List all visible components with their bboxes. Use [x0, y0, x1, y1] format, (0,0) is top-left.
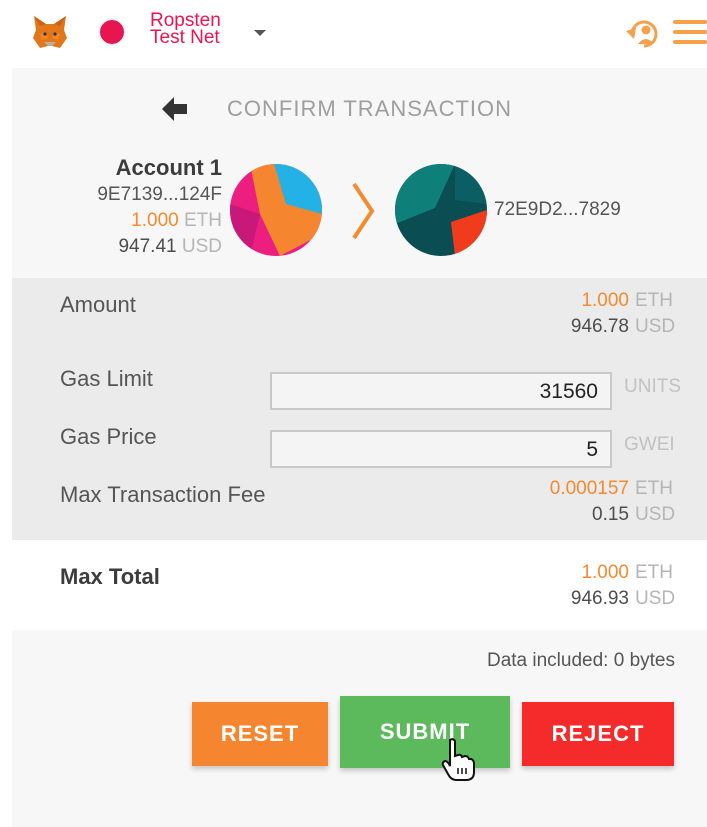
- gas-price-input[interactable]: 5: [270, 430, 612, 468]
- sender-address[interactable]: 9E7139...124F: [42, 182, 222, 208]
- amount-eth-unit: ETH: [635, 290, 673, 311]
- action-footer: Data included: 0 bytes RESET SUBMIT REJE…: [12, 630, 707, 827]
- gas-limit-input[interactable]: 31560: [270, 372, 612, 410]
- sender-usd-amount: 947.41: [118, 236, 177, 257]
- confirm-transaction-panel: CONFIRM TRANSACTION Account 1 9E7139...1…: [12, 68, 707, 827]
- max-total-usd-unit: USD: [635, 588, 676, 609]
- menu-bar: [673, 40, 707, 44]
- recipient-identicon: [395, 164, 487, 256]
- sender-account-name: Account 1: [115, 155, 222, 180]
- metamask-fox-icon[interactable]: [30, 12, 70, 52]
- amount-value: 1.000 ETH 946.78 USD: [571, 288, 685, 340]
- sender-usd-balance: 947.41 USD: [42, 234, 222, 260]
- submit-button[interactable]: SUBMIT: [340, 696, 510, 768]
- max-fee-label: Max Transaction Fee: [60, 482, 266, 507]
- reject-button[interactable]: REJECT: [522, 702, 674, 766]
- account-switch-icon[interactable]: [624, 15, 664, 53]
- max-total-section: Max Total 1.000 ETH 946.93 USD: [12, 540, 707, 630]
- menu-bar: [673, 30, 707, 34]
- transaction-details: Amount 1.000 ETH 946.78 USD Gas Limit 3156…: [12, 278, 707, 540]
- max-total-eth: 1.000: [581, 562, 629, 583]
- sender-eth-unit: ETH: [184, 210, 222, 231]
- reset-button[interactable]: RESET: [192, 702, 328, 766]
- gas-limit-unit: UNITS: [624, 376, 681, 397]
- gas-price-unit: GWEI: [624, 434, 675, 455]
- sender-identicon: [230, 164, 322, 256]
- gas-limit-label: Gas Limit: [60, 366, 153, 391]
- amount-eth: 1.000: [581, 290, 629, 311]
- max-total-usd: 946.93: [570, 588, 629, 609]
- network-name-line2: Test Net: [150, 27, 220, 48]
- sender-info: Account 1 9E7139...124F 1.000 ETH 947.41…: [42, 154, 222, 260]
- sender-usd-unit: USD: [181, 236, 222, 257]
- max-fee-value: 0.000157 ETH 0.15 USD: [550, 476, 685, 528]
- amount-label: Amount: [60, 292, 136, 317]
- menu-bar: [673, 20, 707, 24]
- back-arrow-icon[interactable]: [160, 94, 190, 124]
- amount-usd: 946.78: [570, 316, 629, 337]
- hand-pointer-cursor-icon: [441, 738, 475, 781]
- page-title: CONFIRM TRANSACTION: [227, 96, 513, 121]
- network-status-dot[interactable]: [100, 20, 124, 44]
- max-fee-eth-unit: ETH: [635, 478, 673, 499]
- chevron-right-icon: [352, 182, 375, 240]
- chevron-down-icon[interactable]: [254, 30, 266, 36]
- max-fee-usd: 0.15: [592, 504, 629, 525]
- data-included-text: Data included: 0 bytes: [486, 650, 675, 671]
- max-fee-usd-unit: USD: [635, 504, 676, 525]
- hamburger-menu-icon[interactable]: [673, 20, 707, 46]
- max-total-value: 1.000 ETH 946.93 USD: [571, 560, 685, 612]
- max-fee-eth: 0.000157: [549, 478, 629, 499]
- amount-usd-unit: USD: [635, 316, 676, 337]
- transaction-header: CONFIRM TRANSACTION Account 1 9E7139...1…: [12, 68, 707, 278]
- sender-eth-balance: 1.000 ETH: [42, 208, 222, 234]
- max-total-label: Max Total: [60, 564, 160, 589]
- top-bar: Ropsten Test Net: [0, 0, 707, 68]
- max-total-eth-unit: ETH: [635, 562, 673, 583]
- gas-price-label: Gas Price: [60, 424, 157, 449]
- sender-eth-amount: 1.000: [131, 210, 179, 231]
- recipient-address[interactable]: 72E9D2...7829: [494, 199, 621, 221]
- network-selector[interactable]: Ropsten Test Net: [150, 11, 260, 48]
